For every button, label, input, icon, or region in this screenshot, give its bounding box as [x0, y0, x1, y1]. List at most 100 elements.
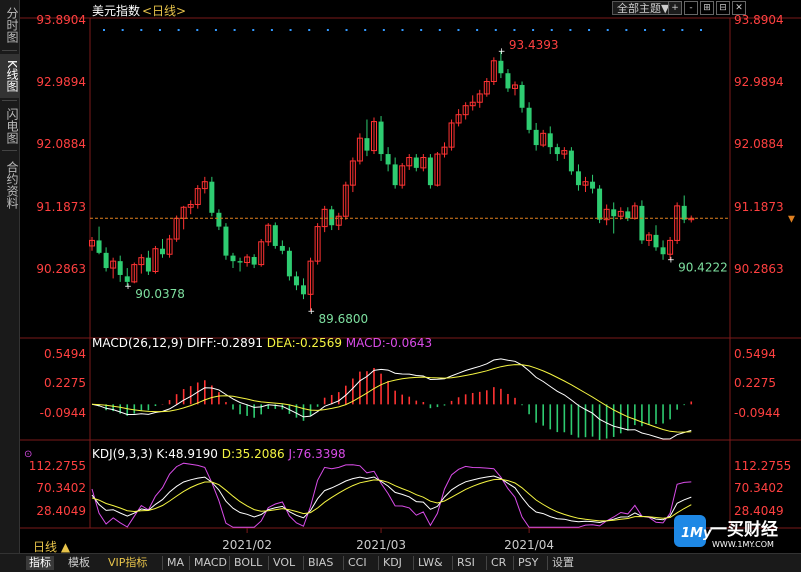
tab-cr[interactable]: CR [486, 556, 506, 570]
brand-logo: 1My 一买财经 WWW.1MY.COM [672, 513, 797, 551]
signal-dot [289, 29, 292, 31]
y-tick-label-left: 92.9894 [36, 75, 86, 89]
kdj-indicator-icon: ⊙ [24, 449, 32, 460]
kdj-d-value: D:35.2086 [222, 447, 289, 461]
extreme-marker: + [124, 282, 132, 292]
signal-dot [326, 29, 329, 31]
kdj-y-tick-right: 70.3402 [734, 481, 784, 495]
tab-kdj[interactable]: KDJ [378, 556, 402, 570]
candle-down [653, 234, 659, 248]
signal-dot [513, 29, 516, 31]
candle-down [251, 256, 257, 265]
tab-lw[interactable]: LW& [413, 556, 443, 570]
candle-down [519, 84, 525, 108]
signal-dot [606, 29, 609, 31]
tab-ma[interactable]: MA [162, 556, 184, 570]
extreme-label: 89.6800 [319, 312, 369, 326]
candle-down [279, 245, 285, 251]
y-tick-label-right: 92.0884 [734, 137, 784, 151]
kdj-y-tick-right: 112.2755 [734, 459, 791, 473]
candle-down [427, 157, 433, 186]
candle-down [364, 138, 370, 151]
candle-down [293, 276, 299, 286]
tab-settings[interactable]: 设置 [547, 556, 574, 570]
tab-rsi[interactable]: RSI [452, 556, 475, 570]
signal-dot [401, 29, 404, 31]
candle-down [611, 209, 617, 217]
candle-down [413, 157, 419, 168]
candle-down [498, 60, 504, 74]
x-tick-label: 2021/02 [222, 538, 272, 552]
signal-dot [662, 29, 665, 31]
extreme-marker: + [308, 307, 316, 317]
svg-text:一买财经: 一买财经 [710, 519, 778, 540]
candle-down [209, 181, 215, 213]
extreme-marker: + [498, 47, 506, 57]
y-tick-label-left: 91.1873 [36, 200, 86, 214]
signal-dot [494, 29, 497, 31]
current-price-marker: ▼ [788, 214, 795, 224]
tab-boll[interactable]: BOLL [229, 556, 262, 570]
candle-down [554, 147, 560, 155]
signal-dot [625, 29, 628, 31]
extreme-label: 90.0378 [135, 287, 185, 301]
macd-diff-line [91, 358, 692, 440]
signal-dot [252, 29, 255, 31]
tab-templates[interactable]: 模板 [68, 556, 90, 570]
signal-dot [550, 29, 553, 31]
tab-vip-indicators[interactable]: VIP指标 [108, 556, 147, 570]
signal-dot [140, 29, 143, 31]
candle-down [329, 209, 335, 226]
candle-down [385, 154, 391, 165]
kdj-title: KDJ(9,3,3) [92, 447, 156, 461]
tab-cci[interactable]: CCI [343, 556, 367, 570]
candle-down [547, 133, 553, 148]
candle-down [96, 240, 102, 253]
kdj-j-value: J:76.3398 [287, 447, 345, 461]
candle-down [301, 285, 306, 295]
signal-dot [364, 29, 367, 31]
signal-dot [121, 29, 124, 31]
candle-down [568, 150, 574, 172]
signal-dot [103, 29, 105, 31]
candle-down [378, 121, 384, 155]
signal-dot [233, 29, 236, 31]
y-tick-label-right: 93.8904 [734, 13, 784, 27]
candle-down [575, 171, 581, 186]
extreme-marker: + [667, 256, 675, 266]
signal-dot [644, 29, 647, 31]
macd-dea-line [91, 364, 692, 433]
macd-legend: MACD(26,12,9) DIFF:-0.2891 DEA:-0.2569 M… [92, 336, 432, 350]
candle-down [124, 276, 130, 282]
signal-dot [382, 29, 385, 31]
tab-bias[interactable]: BIAS [303, 556, 333, 570]
candle-down [639, 205, 645, 241]
tab-macd[interactable]: MACD [189, 556, 227, 570]
macd-y-tick-right: 0.5494 [734, 347, 776, 361]
candle-down [526, 107, 532, 130]
candle-down [505, 73, 511, 89]
indicator-toolbar: 指标 模板 VIP指标 MA MACD BOLL VOL BIAS CCI KD… [0, 553, 801, 572]
candle-down [103, 252, 109, 269]
candle-down [597, 188, 603, 220]
chart-canvas[interactable]: ▼+ 93.4393+ 89.6800+ 90.0378+ 90.4222 93.890… [0, 0, 801, 553]
candle-down [286, 250, 292, 277]
signal-dot [588, 29, 591, 31]
macd-y-tick-left: -0.0944 [40, 406, 86, 420]
macd-y-tick-right: -0.0944 [734, 406, 780, 420]
signal-dot [420, 29, 423, 31]
extreme-label: 93.4393 [509, 38, 559, 52]
signal-dot [196, 29, 199, 31]
svg-text:1My: 1My [681, 526, 712, 541]
candle-down [216, 212, 222, 227]
macd-y-tick-left: 0.2275 [44, 376, 86, 390]
y-tick-label-left: 90.2863 [36, 262, 86, 276]
y-tick-label-left: 93.8904 [36, 13, 86, 27]
candle-down [272, 225, 278, 246]
macd-y-tick-left: 0.5494 [44, 347, 86, 361]
candle-down [160, 248, 165, 255]
tab-vol[interactable]: VOL [268, 556, 295, 570]
extreme-label: 90.4222 [678, 261, 728, 275]
tab-psy[interactable]: PSY [513, 556, 538, 570]
tab-indicators[interactable]: 指标 [26, 556, 54, 570]
